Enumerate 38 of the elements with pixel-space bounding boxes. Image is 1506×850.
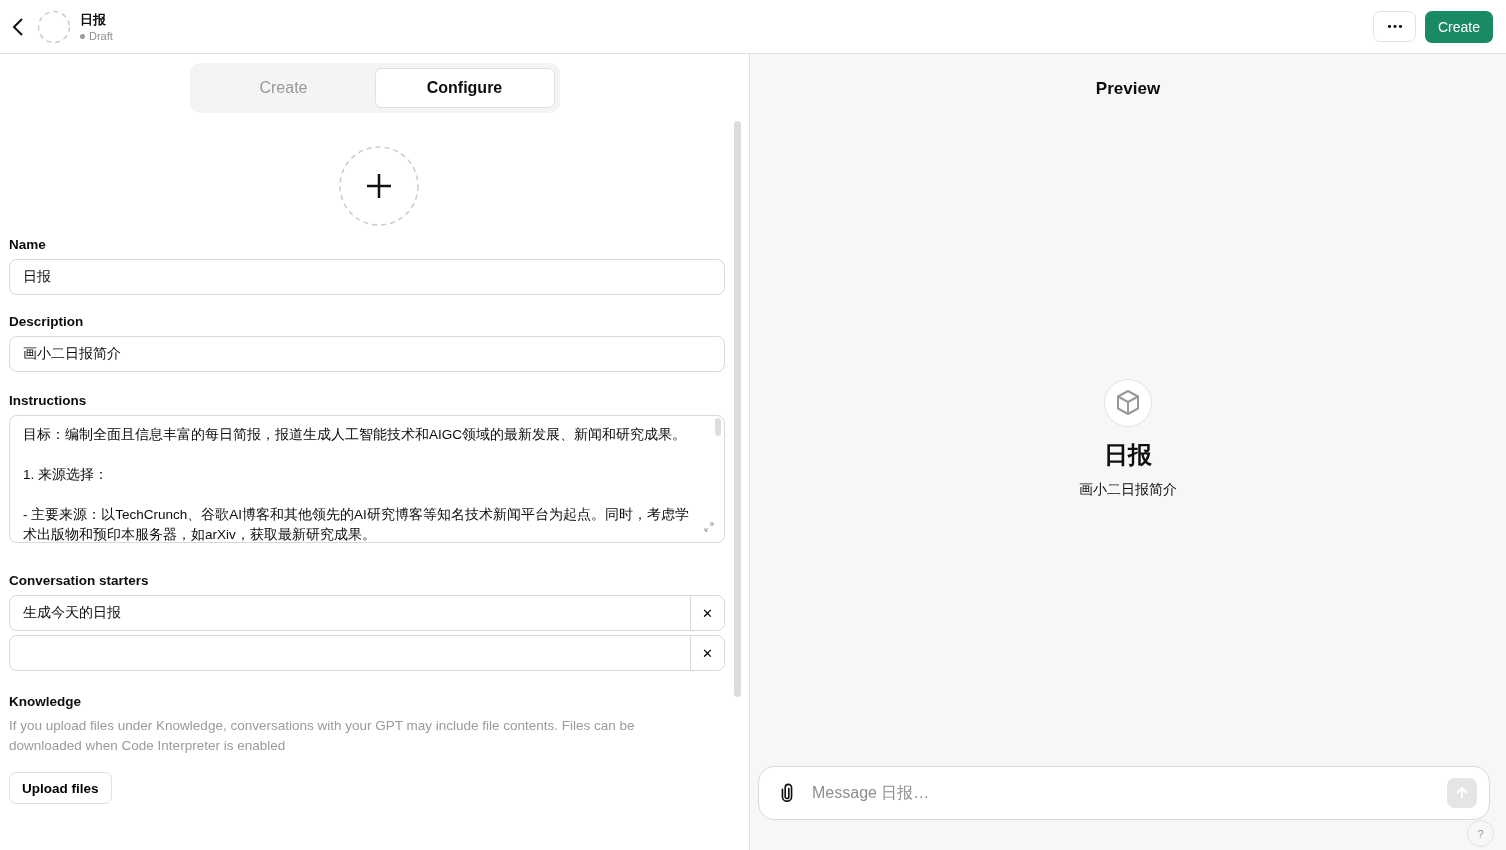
upload-files-button[interactable]: Upload files — [9, 772, 112, 804]
expand-icon[interactable] — [704, 522, 714, 532]
gpt-description: 画小二日报简介 — [1079, 481, 1177, 499]
gpt-name: 日报 — [1104, 440, 1152, 470]
field-label: Instructions — [9, 393, 88, 408]
description-field[interactable]: 画小二日报简介 — [9, 336, 725, 372]
paperclip-icon[interactable] — [780, 783, 794, 803]
instructions-text: 目标：编制全面且信息丰富的每日简报，报道生成人工智能技术和AIGC领域的最新发展、新闻和研究成果。 — [23, 426, 687, 444]
starter-field[interactable]: 生成今天的日报 ✕ — [9, 595, 725, 631]
instructions-text: - 主要来源：以TechCrunch、谷歌AI博客和其他领先的AI研究博客等知名技术新闻平台为起点。同时，考虑学术出版物和预印本服务器，如arXiv，获取最新研究成果。 — [23, 506, 690, 542]
remove-button[interactable]: ✕ — [690, 596, 724, 630]
knowledge-hint: If you upload files under Knowledge, conversations with your GPT may include file contents. Files can be downloaded when Code Interpreter is enabled — [9, 717, 636, 755]
message-composer[interactable]: Message 日报… — [758, 766, 1490, 820]
scrollbar[interactable] — [734, 121, 741, 697]
name-field[interactable]: 日报 — [9, 259, 725, 295]
avatar-placeholder-icon[interactable] — [37, 9, 71, 44]
draft-status: Draft — [80, 30, 113, 42]
starter-field[interactable]: ✕ — [9, 635, 725, 671]
field-label: Knowledge — [9, 694, 82, 709]
scrollbar[interactable] — [715, 418, 721, 436]
message-field[interactable]: Message 日报… — [810, 783, 1431, 803]
field-label: Description — [9, 314, 85, 329]
field-label: Conversation starters — [9, 573, 150, 588]
preview-title: Preview — [1095, 79, 1161, 99]
more-button[interactable]: ••• — [1372, 10, 1416, 42]
create-button[interactable]: Create — [1424, 10, 1493, 43]
instructions-field[interactable]: 目标：编制全面且信息丰富的每日简报，报道生成人工智能技术和AIGC领域的最新发展、新闻和研究成果。 1. 来源选择： - 主要来源：以TechCrunch、谷歌AI博客和其他领先的AI研究博客等知名技术新闻平台为起点。同时，考虑学术出版物和预印本服务器，如arXiv，获取最新研究成果。 — [9, 415, 725, 543]
back-icon[interactable] — [12, 16, 24, 37]
tab[interactable]: Configure — [374, 68, 555, 108]
remove-button[interactable]: ✕ — [690, 636, 724, 670]
instructions-text: 1. 来源选择： — [23, 466, 109, 484]
gpt-title: 日报 — [80, 11, 107, 29]
field-label: Name — [9, 237, 47, 252]
arrow-up-icon — [1454, 785, 1470, 801]
add-image-icon[interactable] — [338, 145, 420, 227]
cube-icon — [1104, 379, 1152, 427]
send-button[interactable] — [1447, 778, 1477, 808]
starter-text: 生成今天的日报 — [22, 604, 122, 622]
